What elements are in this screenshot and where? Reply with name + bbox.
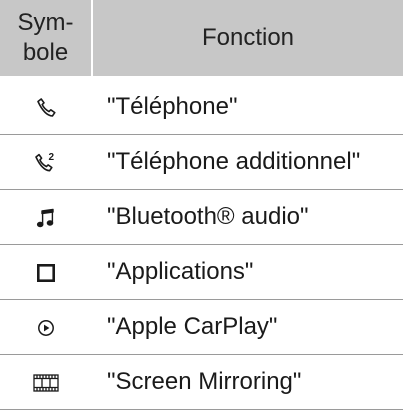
symbol-cell [0, 299, 92, 355]
symbol-column-header: Sym- bole [0, 0, 93, 80]
phone-handset-icon [35, 97, 57, 119]
symbol-cell [0, 354, 92, 410]
function-label: "Bluetooth® audio" [92, 189, 403, 245]
symbol-cell [0, 189, 92, 245]
table-row: 2 "Téléphone additionnel" [0, 134, 403, 190]
phone-handset-secondary-icon: 2 [34, 151, 58, 175]
symbol-header-line-2: bole [22, 39, 69, 66]
table-row: "Bluetooth® audio" [0, 189, 403, 245]
table-row: "Applications" [0, 244, 403, 300]
function-label: "Apple CarPlay" [92, 299, 403, 355]
symbol-cell: 2 [0, 134, 92, 190]
symbol-cell [0, 244, 92, 300]
svg-text:2: 2 [49, 152, 55, 163]
function-label: "Téléphone additionnel" [92, 134, 403, 190]
film-strip-icon [32, 372, 60, 394]
function-label: "Téléphone" [92, 78, 403, 135]
function-label: "Applications" [92, 244, 403, 300]
function-column-header: Fonction [92, 0, 403, 80]
symbol-cell [0, 78, 92, 135]
table-header-row: Sym- bole Fonction [0, 0, 403, 80]
function-label: "Screen Mirroring" [92, 354, 403, 410]
symbol-function-table: Sym- bole Fonction "Téléphone" 2 "Téléph… [0, 0, 403, 410]
music-note-icon [35, 207, 57, 229]
symbol-header-line-1: Sym- [17, 9, 74, 36]
table-row: "Apple CarPlay" [0, 299, 403, 355]
square-icon [36, 263, 56, 283]
table-row: "Téléphone" [0, 78, 403, 135]
table-row: "Screen Mirroring" [0, 354, 403, 410]
play-circle-icon [36, 318, 56, 338]
